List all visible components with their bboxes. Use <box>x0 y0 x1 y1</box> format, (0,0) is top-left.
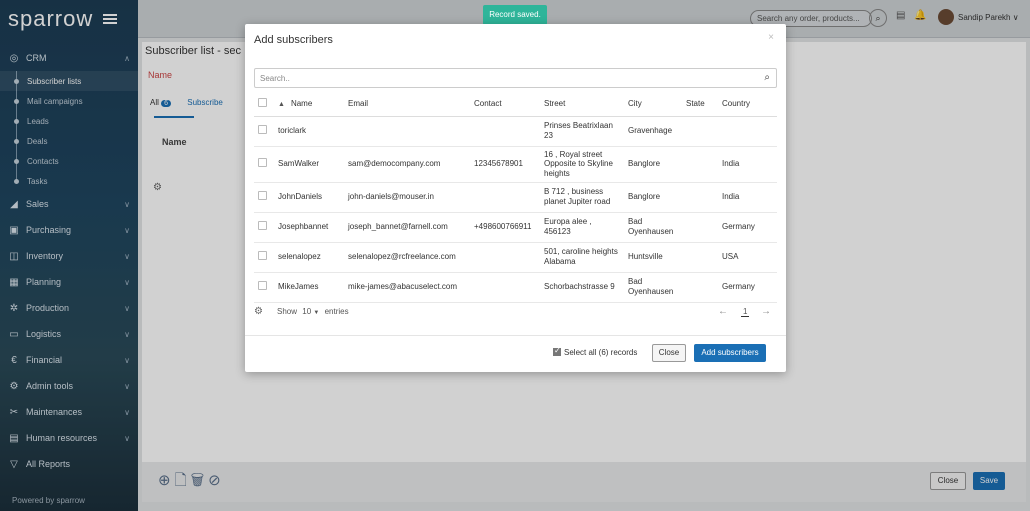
select-all-label: Select all (6) records <box>564 348 638 357</box>
cell-name: selenalopez <box>274 242 344 273</box>
cell-name: MikeJames <box>274 272 344 303</box>
column-label: Name <box>290 99 313 109</box>
cell-street: 501, caroline heights Alabama <box>540 242 624 273</box>
cell-city: Banglore <box>624 146 682 183</box>
prev-page-button[interactable]: ← <box>718 306 728 317</box>
select-all-header[interactable] <box>254 92 274 117</box>
checkbox-cell[interactable] <box>254 242 274 273</box>
cell-street: Schorbachstrasse 9 <box>540 272 624 303</box>
table-footer: ⚙ Show 10 ▼ entries ← 1 → <box>254 304 777 322</box>
table-header-row: ▲ Name Email Contact Street City State Co… <box>254 92 777 117</box>
row-checkbox[interactable] <box>258 191 267 201</box>
column-header-state[interactable]: State <box>682 92 718 117</box>
column-header-email[interactable]: Email <box>344 92 470 117</box>
cell-contact: 12345678901 <box>470 146 540 183</box>
table-row[interactable]: JohnDaniels john-daniels@mouser.in B 712 ,… <box>254 182 777 213</box>
cell-city: Bad Oyenhausen <box>624 272 682 303</box>
cell-name: JohnDaniels <box>274 182 344 213</box>
cell-name: Josephbannet <box>274 212 344 243</box>
checkbox-cell[interactable] <box>254 182 274 213</box>
row-checkbox[interactable] <box>258 221 267 231</box>
cell-contact <box>470 116 540 147</box>
table-row[interactable]: Josephbannet joseph_bannet@farnell.com +49… <box>254 212 777 243</box>
cell-contact <box>470 272 540 303</box>
cell-email <box>344 116 470 147</box>
search-input[interactable] <box>255 69 735 87</box>
next-page-button[interactable]: → <box>761 306 771 317</box>
page-size-value: 10 <box>302 307 312 316</box>
cell-country: Germany <box>718 212 777 243</box>
cell-street: Prinses Beatrixlaan 23 <box>540 116 624 147</box>
toast-notification: Record saved. <box>483 5 547 25</box>
cell-email: sam@democompany.com <box>344 146 470 183</box>
cell-state <box>682 182 718 213</box>
row-checkbox[interactable] <box>258 125 267 135</box>
cell-email: selenalopez@rcfreelance.com <box>344 242 470 273</box>
table-row[interactable]: toriclark Prinses Beatrixlaan 23 Gravenhag… <box>254 116 777 147</box>
cell-city: Gravenhage <box>624 116 682 147</box>
check-icon: ✓ <box>554 346 561 355</box>
checkbox-cell[interactable] <box>254 212 274 243</box>
cell-country: USA <box>718 242 777 273</box>
cell-city: Banglore <box>624 182 682 213</box>
cell-email: john-daniels@mouser.in <box>344 182 470 213</box>
checked-checkbox[interactable]: ✓ <box>553 346 561 356</box>
cell-state <box>682 116 718 147</box>
column-header-contact[interactable]: Contact <box>470 92 540 117</box>
page-size-control: Show 10 ▼ entries <box>277 307 349 316</box>
column-header-country[interactable]: Country <box>718 92 777 117</box>
cell-country: India <box>718 146 777 183</box>
entries-label: entries <box>324 307 349 316</box>
cell-street: 16 , Royal street Opposite to Skyline he… <box>540 146 624 183</box>
cell-name: toriclark <box>274 116 344 147</box>
table-row[interactable]: selenalopez selenalopez@rcfreelance.com 50… <box>254 242 777 273</box>
caret-down-icon: ▼ <box>313 310 320 316</box>
column-header-street[interactable]: Street <box>540 92 624 117</box>
table-row[interactable]: MikeJames mike-james@abacuselect.com Schor… <box>254 272 777 303</box>
cell-country: India <box>718 182 777 213</box>
cell-country <box>718 116 777 147</box>
table-row[interactable]: SamWalker sam@democompany.com 12345678901 1… <box>254 146 777 183</box>
sort-asc-icon: ▲ <box>278 101 285 109</box>
cell-contact: +498600766911 <box>470 212 540 243</box>
cell-contact <box>470 182 540 213</box>
cell-city: Huntsville <box>624 242 682 273</box>
cell-city: Bad Oyenhausen <box>624 212 682 243</box>
column-header-name[interactable]: ▲ Name <box>274 92 344 117</box>
modal-divider <box>245 335 786 336</box>
cell-email: joseph_bannet@farnell.com <box>344 212 470 243</box>
row-checkbox[interactable] <box>258 251 267 261</box>
cell-state <box>682 146 718 183</box>
show-label: Show <box>277 307 298 316</box>
subscribers-table: ▲ Name Email Contact Street City State Co… <box>254 92 777 303</box>
select-all-records[interactable]: ✓ Select all (6) records <box>553 346 638 357</box>
cell-state <box>682 272 718 303</box>
cell-state <box>682 242 718 273</box>
modal-close-button[interactable]: Close <box>652 344 686 362</box>
modal-search-box: ⌕ <box>254 68 777 88</box>
add-subscribers-modal: Add subscribers × ⌕ ▲ Name Email Contact … <box>245 24 786 372</box>
row-checkbox[interactable] <box>258 281 267 291</box>
cell-name: SamWalker <box>274 146 344 183</box>
cell-street: B 712 , business planet Jupiter road <box>540 182 624 213</box>
add-subscribers-button[interactable]: Add subscribers <box>694 344 766 362</box>
row-checkbox[interactable] <box>258 158 267 168</box>
modal-title: Add subscribers <box>254 34 333 46</box>
close-icon[interactable]: × <box>768 32 774 43</box>
column-header-city[interactable]: City <box>624 92 682 117</box>
page-number[interactable]: 1 <box>741 307 750 317</box>
cell-street: Europa alee , 456123 <box>540 212 624 243</box>
cell-state <box>682 212 718 243</box>
cell-country: Germany <box>718 272 777 303</box>
cell-contact <box>470 242 540 273</box>
cell-email: mike-james@abacuselect.com <box>344 272 470 303</box>
table-settings-gear-icon[interactable]: ⚙ <box>254 306 263 317</box>
checkbox-cell[interactable] <box>254 272 274 303</box>
page-size-select[interactable]: 10 ▼ <box>302 307 319 316</box>
search-icon[interactable]: ⌕ <box>764 72 770 83</box>
checkbox-cell[interactable] <box>254 146 274 183</box>
checkbox-cell[interactable] <box>254 116 274 147</box>
checkbox[interactable] <box>258 98 267 108</box>
